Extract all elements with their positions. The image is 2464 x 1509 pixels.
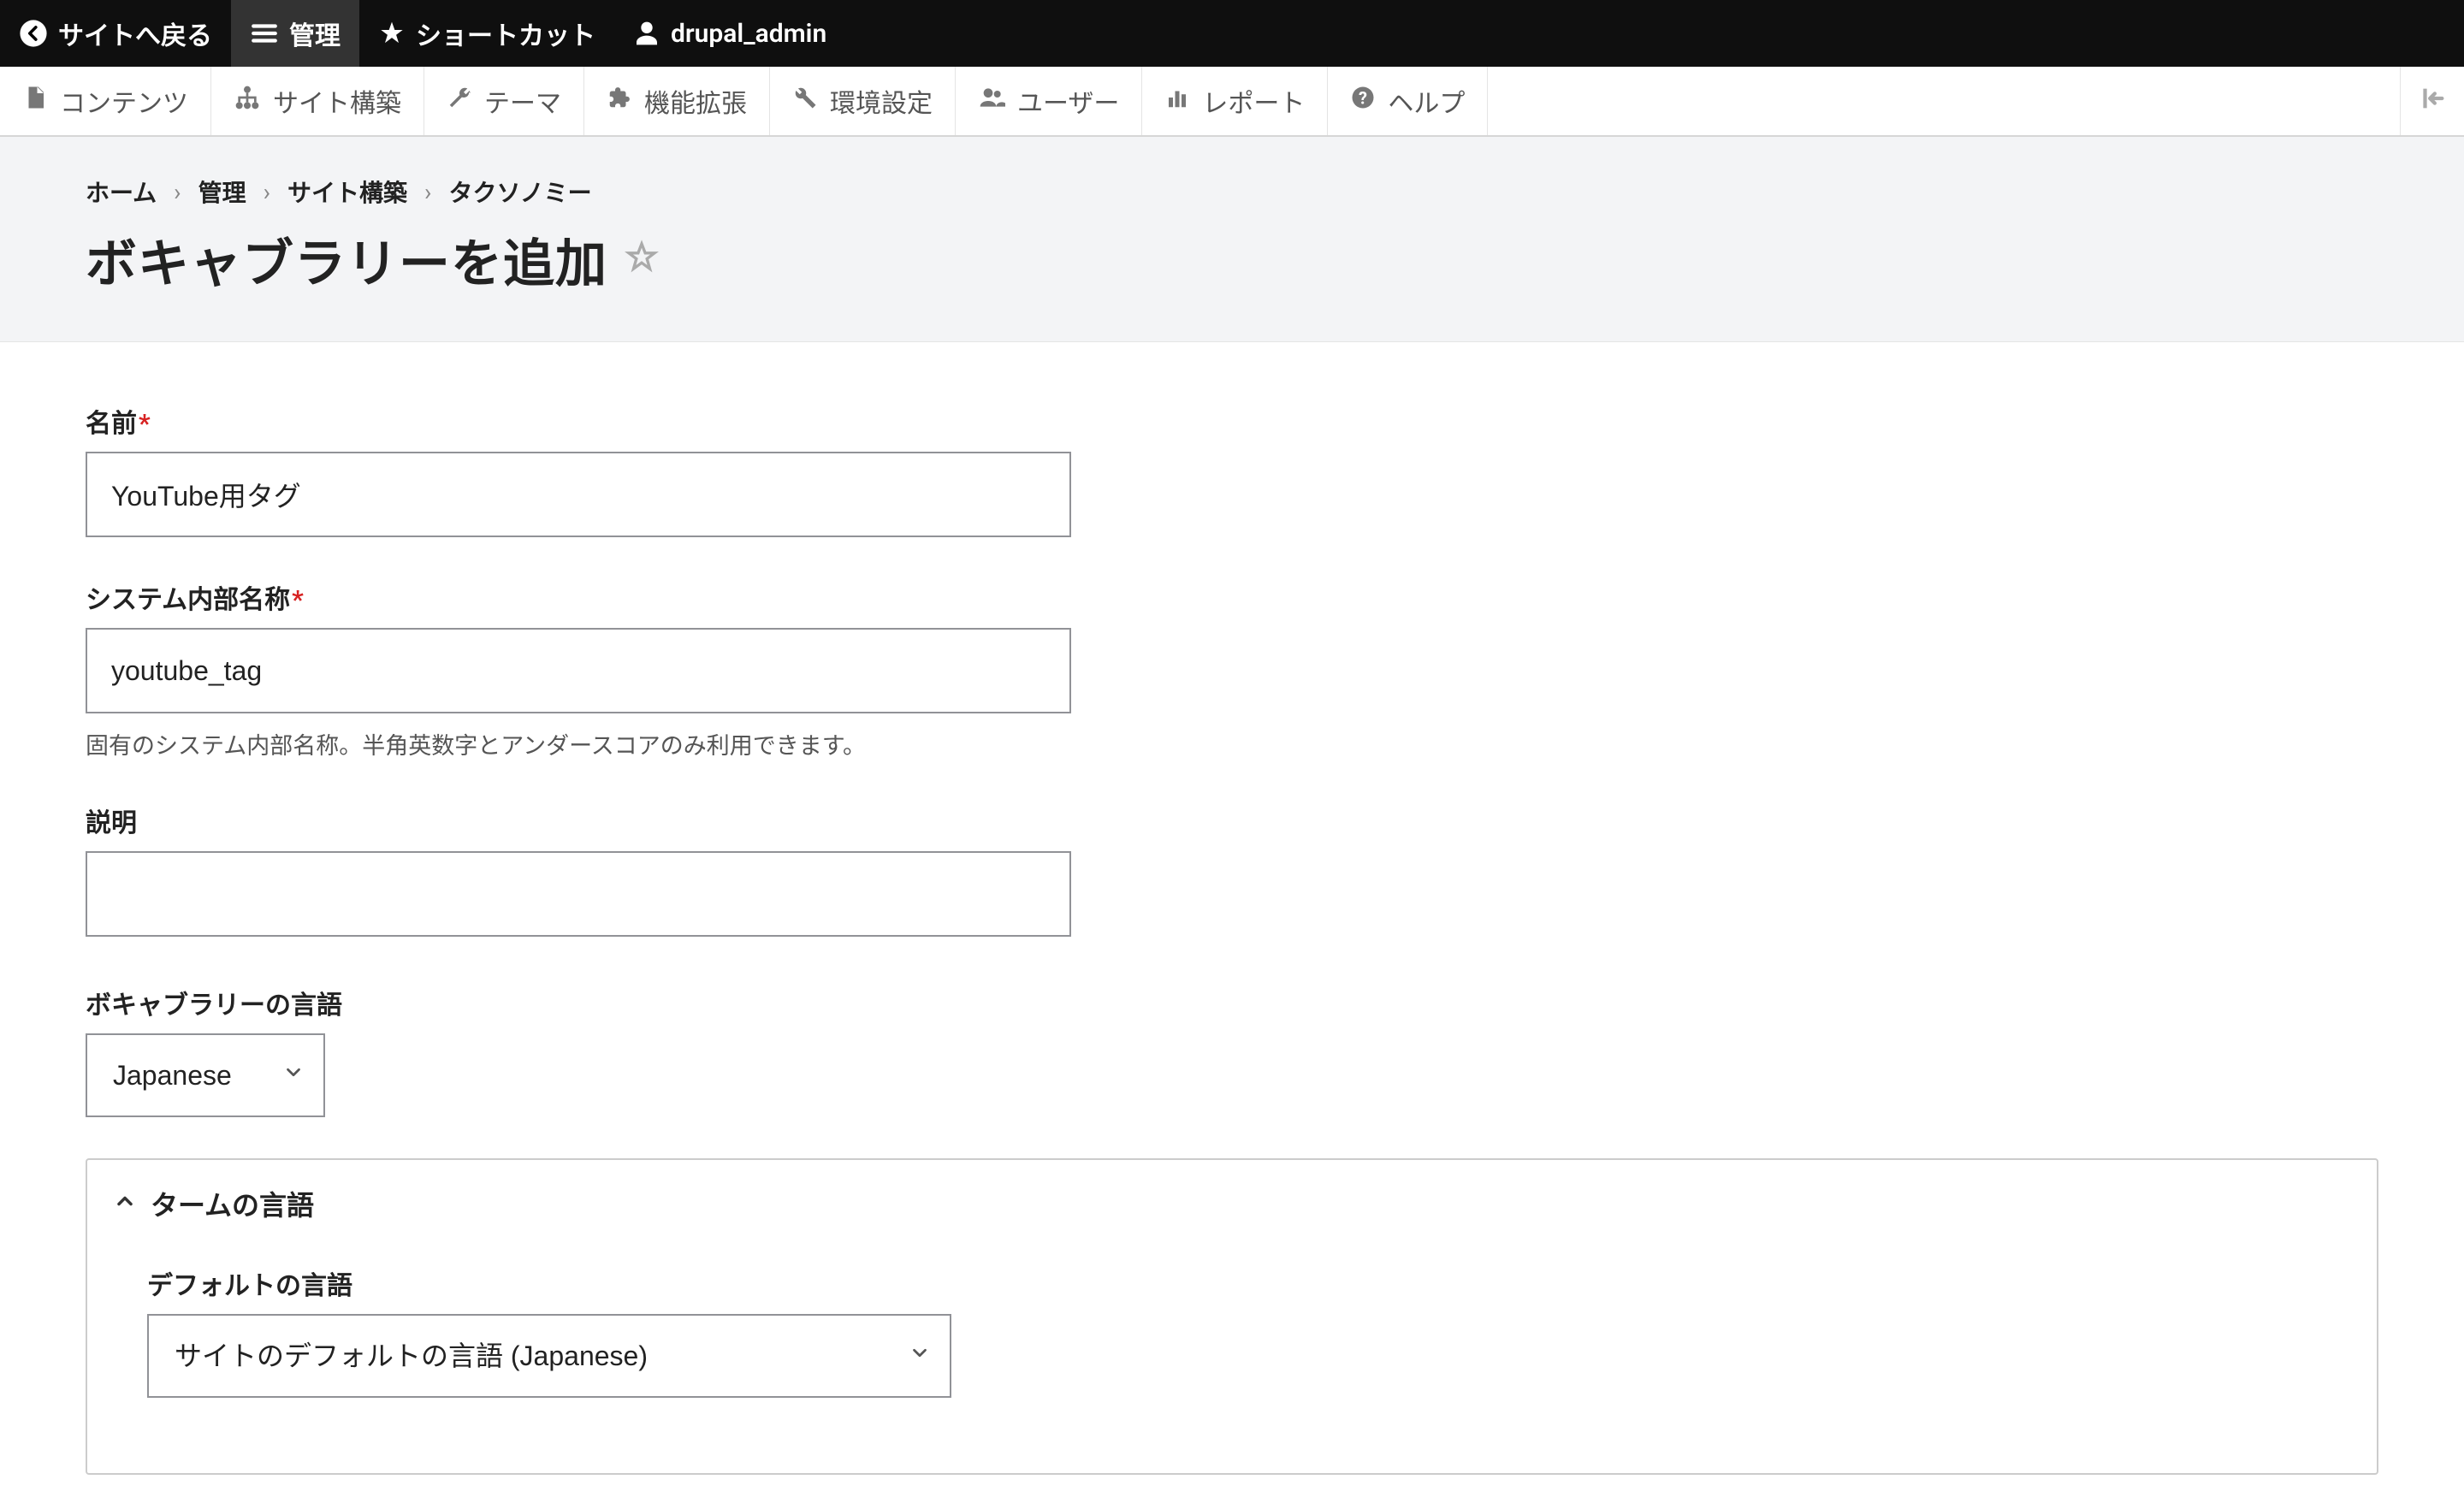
menu-content-label: コンテンツ: [60, 82, 188, 120]
crumb-taxonomy[interactable]: タクソノミー: [448, 175, 591, 209]
menu-appearance[interactable]: テーマ: [424, 67, 584, 135]
machine-label: システム内部名称*: [86, 578, 2378, 616]
menu-help-label: ヘルプ: [1388, 82, 1465, 120]
term-language-details: タームの言語 デフォルトの言語 サイトのデフォルトの言語 (Japanese): [86, 1158, 2378, 1475]
details-body: デフォルトの言語 サイトのデフォルトの言語 (Japanese): [87, 1247, 2377, 1473]
menu-content[interactable]: コンテンツ: [0, 67, 211, 135]
menu-people[interactable]: ユーザー: [956, 67, 1142, 135]
field-name: 名前*: [86, 402, 2378, 537]
crumb-home[interactable]: ホーム: [86, 175, 157, 209]
wrench2-icon: [792, 85, 818, 117]
back-to-site-label: サイトへ戻る: [58, 15, 212, 52]
field-default-language: デフォルトの言語 サイトのデフォルトの言語 (Japanese): [147, 1264, 2317, 1398]
menu-help[interactable]: ? ヘルプ: [1328, 67, 1488, 135]
toolbar-orientation-toggle[interactable]: [2401, 67, 2464, 135]
language-select[interactable]: Japanese: [86, 1033, 325, 1117]
details-summary-label: タームの言語: [151, 1184, 314, 1223]
shortcuts-button[interactable]: ショートカット: [359, 0, 614, 67]
manage-button[interactable]: 管理: [231, 0, 359, 67]
menu-config-label: 環境設定: [830, 82, 933, 120]
crumb-sep: ›: [424, 178, 431, 206]
crumb-sep: ›: [174, 178, 181, 206]
menu-config[interactable]: 環境設定: [770, 67, 956, 135]
star-icon: [378, 20, 406, 47]
menu-extend[interactable]: 機能拡張: [584, 67, 770, 135]
file-icon: [22, 85, 48, 117]
machine-help-text: 固有のシステム内部名称。半角英数字とアンダースコアのみ利用できます。: [86, 727, 2378, 760]
menu-reports[interactable]: レポート: [1142, 67, 1328, 135]
field-machine-name: システム内部名称* 固有のシステム内部名称。半角英数字とアンダースコアのみ利用で…: [86, 578, 2378, 760]
user-icon: [633, 20, 660, 47]
description-label: 説明: [86, 802, 2378, 839]
shortcuts-label: ショートカット: [416, 15, 595, 52]
admin-menu: コンテンツ サイト構築 テーマ 機能拡張 環境設定 ユーザー レポート ? ヘル…: [0, 67, 2464, 137]
crumb-structure[interactable]: サイト構築: [287, 175, 407, 209]
back-arrow-icon: [19, 19, 48, 48]
menu-people-label: ユーザー: [1017, 82, 1119, 120]
crumb-sep: ›: [264, 178, 270, 206]
menu-reports-label: レポート: [1202, 82, 1305, 120]
admin-toolbar: サイトへ戻る 管理 ショートカット drupal_admin: [0, 0, 2464, 67]
back-to-site-button[interactable]: サイトへ戻る: [0, 0, 231, 67]
machine-name-input[interactable]: [86, 628, 1071, 713]
required-marker: *: [292, 585, 304, 615]
user-menu-button[interactable]: drupal_admin: [614, 0, 845, 67]
hamburger-icon: [250, 19, 279, 48]
svg-text:?: ?: [1359, 88, 1367, 109]
collapse-icon: [2418, 84, 2447, 119]
field-language: ボキャブラリーの言語 Japanese: [86, 984, 2378, 1117]
hierarchy-icon: [234, 84, 261, 118]
puzzle-icon: [607, 85, 632, 117]
default-language-label: デフォルトの言語: [147, 1264, 2317, 1302]
required-marker: *: [139, 409, 151, 439]
field-description: 説明: [86, 802, 2378, 943]
wrench-icon: [447, 85, 472, 117]
name-label: 名前*: [86, 402, 2378, 440]
details-summary[interactable]: タームの言語: [87, 1160, 2377, 1247]
description-input[interactable]: [86, 851, 1071, 937]
menu-extend-label: 機能拡張: [644, 82, 747, 120]
breadcrumb: ホーム › 管理 › サイト構築 › タクソノミー: [86, 175, 2378, 209]
add-shortcut-star-icon[interactable]: [625, 240, 659, 280]
help-icon: ?: [1350, 85, 1376, 117]
user-label: drupal_admin: [671, 19, 826, 49]
people-icon: [978, 84, 1005, 118]
form-content: 名前* システム内部名称* 固有のシステム内部名称。半角英数字とアンダースコアの…: [0, 342, 2464, 1509]
manage-label: 管理: [289, 15, 341, 52]
menu-structure[interactable]: サイト構築: [211, 67, 424, 135]
menu-spacer: [1488, 67, 2401, 135]
chevron-up-icon: [113, 1187, 137, 1220]
page-header: ホーム › 管理 › サイト構築 › タクソノミー ボキャブラリーを追加: [0, 137, 2464, 342]
menu-appearance-label: テーマ: [484, 82, 561, 120]
default-language-select[interactable]: サイトのデフォルトの言語 (Japanese): [147, 1314, 951, 1398]
crumb-admin[interactable]: 管理: [198, 175, 246, 209]
name-input[interactable]: [86, 452, 1071, 537]
language-label: ボキャブラリーの言語: [86, 984, 2378, 1021]
chart-icon: [1164, 85, 1190, 117]
page-title: ボキャブラリーを追加: [86, 222, 607, 297]
menu-structure-label: サイト構築: [273, 82, 401, 120]
